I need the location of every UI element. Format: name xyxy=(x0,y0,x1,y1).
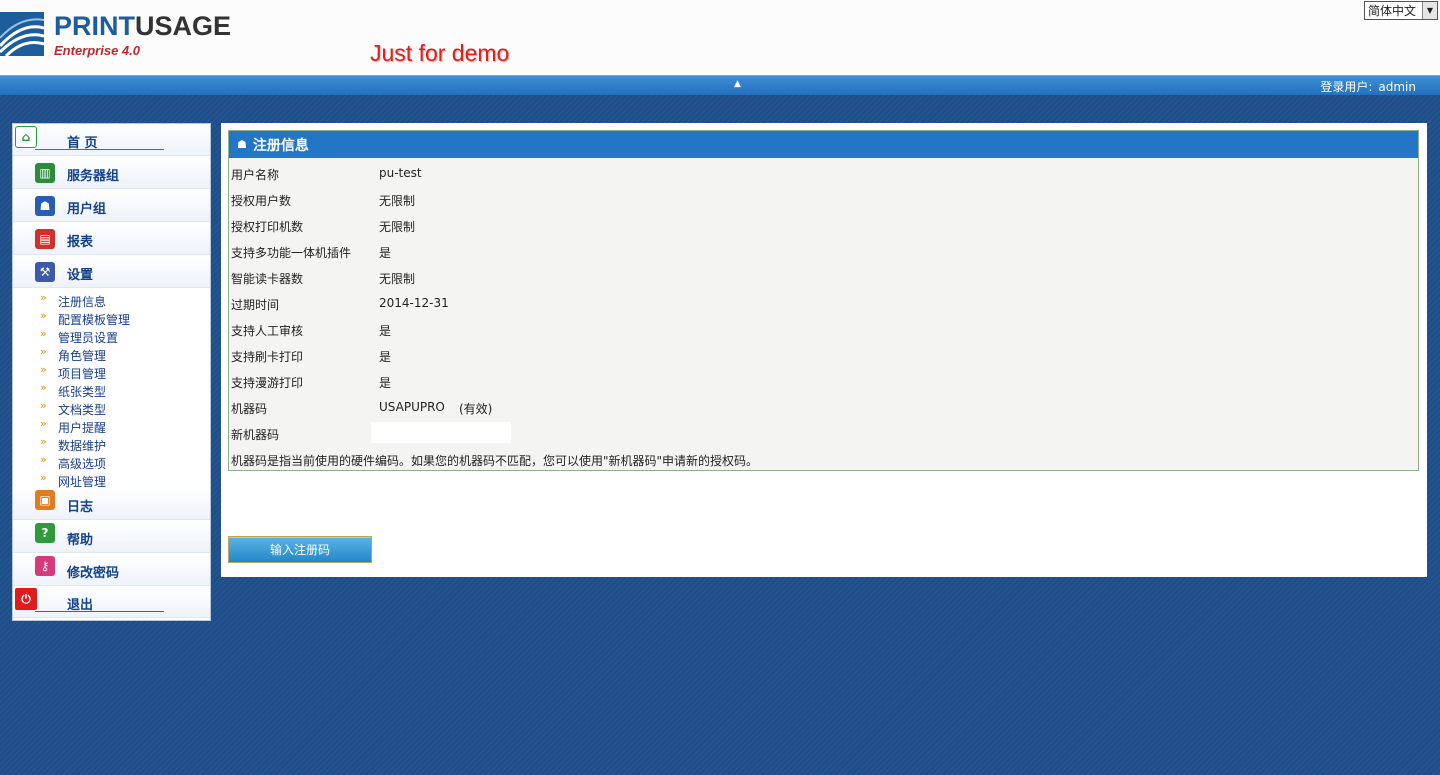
info-row: 支持漫游打印是 xyxy=(231,376,392,390)
login-label: 登录用户: xyxy=(1320,80,1373,94)
logo-wordmark: PRINTUSAGE xyxy=(54,11,232,41)
edition-label: Enterprise 4.0 xyxy=(54,43,140,58)
machine-code-row: 机器码 USAPUPRO (有效) xyxy=(231,400,493,416)
machine-code-status: (有效) xyxy=(459,402,493,416)
language-value: 简体中文 xyxy=(1368,4,1417,18)
double-chevron-icon: » xyxy=(40,417,47,430)
double-chevron-icon: » xyxy=(40,309,47,322)
info-row: 授权用户数 无限制 xyxy=(231,194,416,208)
sidebar-item-log[interactable]: ▣ 日志 xyxy=(13,488,210,520)
server-group-icon: ▥ xyxy=(35,163,55,183)
chevron-down-icon: ▼ xyxy=(1422,2,1437,19)
submenu-item-data-maintenance[interactable]: » 数据维护 xyxy=(13,435,210,453)
submenu-item-roles[interactable]: » 角色管理 xyxy=(13,345,210,363)
help-icon: ? xyxy=(35,523,55,543)
demo-banner: Just for demo xyxy=(370,40,510,66)
sidebar-item-logout[interactable]: ⏻ 退出 xyxy=(13,586,210,618)
sidebar-item-home[interactable]: ⌂ 首 页 xyxy=(13,124,210,156)
double-chevron-icon: » xyxy=(40,399,47,412)
submenu-item-config-template[interactable]: » 配置模板管理 xyxy=(13,309,210,327)
registration-card: ☗ 注册信息 用户名称 pu-test 授权用户数 无限制 授权打印机数 无限制 支持… xyxy=(228,130,1419,471)
new-machine-code-input[interactable] xyxy=(371,422,511,443)
sidebar-item-label: 修改密码 xyxy=(67,566,120,581)
card-header: ☗ 注册信息 xyxy=(229,131,1418,158)
power-icon: ⏻ xyxy=(15,588,37,610)
header: PRINTUSAGE Enterprise 4.0 Just for demo … xyxy=(0,0,1440,75)
submenu-item-admin-settings[interactable]: » 管理员设置 xyxy=(13,327,210,345)
login-user: admin xyxy=(1378,80,1416,94)
machine-code-note: 机器码是指当前使用的硬件编码。如果您的机器码不匹配，您可以使用"新机器码"申请新… xyxy=(231,454,759,468)
info-row: 过期时间 2014-12-31 xyxy=(231,296,449,312)
machine-code-value: USAPUPRO xyxy=(379,400,445,414)
report-icon: ▤ xyxy=(35,229,55,249)
user-group-icon: ☗ xyxy=(35,196,55,216)
info-row: 支持多功能一体机插件是 xyxy=(231,246,392,260)
divider xyxy=(35,611,164,612)
settings-icon: ⚒ xyxy=(35,262,55,282)
main-panel: ☗ 注册信息 用户名称 pu-test 授权用户数 无限制 授权打印机数 无限制 支持… xyxy=(221,123,1427,577)
double-chevron-icon: » xyxy=(40,291,47,304)
double-chevron-icon: » xyxy=(40,327,47,340)
submenu-item-document-types[interactable]: » 文档类型 xyxy=(13,399,210,417)
sidebar-item-change-password[interactable]: ⚷ 修改密码 xyxy=(13,554,210,586)
double-chevron-icon: » xyxy=(40,363,47,376)
double-chevron-icon: » xyxy=(40,345,47,358)
new-machine-code-row: 新机器码 xyxy=(229,419,1418,445)
key-icon: ⚷ xyxy=(35,556,55,576)
language-select[interactable]: 简体中文 ▼ xyxy=(1364,1,1438,20)
double-chevron-icon: » xyxy=(40,471,47,484)
home-icon: ⌂ xyxy=(15,126,37,148)
enter-registration-code-button[interactable]: 输入注册码 xyxy=(228,536,372,563)
double-chevron-icon: » xyxy=(40,435,47,448)
submenu-item-registration[interactable]: » 注册信息 xyxy=(13,291,210,309)
sidebar-item-label: 日志 xyxy=(67,500,94,515)
sitemap-icon: ☗ xyxy=(237,138,247,151)
sidebar-item-label: 设置 xyxy=(67,268,94,283)
submenu-item-projects[interactable]: » 项目管理 xyxy=(13,363,210,381)
login-info: 登录用户: admin xyxy=(1320,78,1416,95)
submenu-item-url-management[interactable]: » 网址管理 xyxy=(13,471,210,489)
sidebar-item-label: 服务器组 xyxy=(67,169,120,184)
top-bar: ▲ 登录用户: admin xyxy=(0,75,1440,95)
logo-mark-icon xyxy=(0,12,44,56)
info-row: 智能读卡器数 无限制 xyxy=(231,272,416,286)
info-row: 支持人工审核是 xyxy=(231,324,392,338)
sidebar-item-label: 报表 xyxy=(67,235,94,250)
sidebar-item-settings[interactable]: ⚒ 设置 xyxy=(13,256,210,288)
sidebar-item-help[interactable]: ? 帮助 xyxy=(13,521,210,553)
submenu-item-paper-types[interactable]: » 纸张类型 xyxy=(13,381,210,399)
sidebar-item-reports[interactable]: ▤ 报表 xyxy=(13,223,210,255)
info-row: 用户名称 pu-test xyxy=(231,166,422,182)
submenu-item-advanced[interactable]: » 高级选项 xyxy=(13,453,210,471)
log-icon: ▣ xyxy=(35,490,55,510)
double-chevron-icon: » xyxy=(40,381,47,394)
sidebar-item-label: 用户组 xyxy=(67,202,107,217)
settings-submenu: » 注册信息 » 配置模板管理 » 管理员设置 » 角色管理 » 项目管理 » 纸张类型 »… xyxy=(13,291,210,489)
sidebar-item-server-group[interactable]: ▥ 服务器组 xyxy=(13,157,210,189)
info-row: 支持刷卡打印是 xyxy=(231,350,392,364)
divider xyxy=(35,149,164,150)
sidebar-item-label: 帮助 xyxy=(67,533,94,548)
info-row: 授权打印机数 无限制 xyxy=(231,220,416,234)
panel-title: 注册信息 xyxy=(252,137,309,154)
double-chevron-icon: » xyxy=(40,453,47,466)
collapse-header-icon[interactable]: ▲ xyxy=(734,79,741,89)
printusage-logo[interactable]: PRINTUSAGE Enterprise 4.0 xyxy=(0,10,260,60)
sidebar: ⌂ 首 页 ▥ 服务器组 ☗ 用户组 ▤ 报表 ⚒ 设置 » 注册信息 » 配置模板… xyxy=(12,123,211,621)
sidebar-item-user-group[interactable]: ☗ 用户组 xyxy=(13,190,210,222)
submenu-item-user-reminder[interactable]: » 用户提醒 xyxy=(13,417,210,435)
